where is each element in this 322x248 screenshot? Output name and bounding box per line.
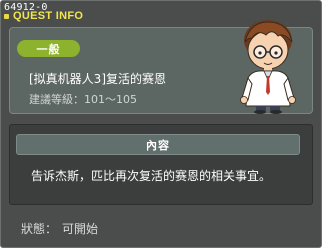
quest-status: 狀態： 可開始 <box>21 220 98 237</box>
window-title-bar[interactable]: QUEST INFO <box>4 10 83 22</box>
quest-description: 告诉杰斯，匹比再次复活的赛恩的相关事宜。 <box>31 169 272 183</box>
quest-name: [拟真机器人3]复活的赛恩 <box>29 72 166 86</box>
content-header: 內容 <box>16 134 300 155</box>
recommended-level: 建議等級：101～105 <box>29 93 137 106</box>
status-label: 狀態： <box>21 222 58 236</box>
window-title: QUEST INFO <box>13 10 84 22</box>
doctor-npc-icon <box>240 20 296 114</box>
quest-type-badge: 一般 <box>17 40 80 57</box>
title-bullet-icon <box>4 14 9 19</box>
status-value: 可開始 <box>62 222 99 236</box>
